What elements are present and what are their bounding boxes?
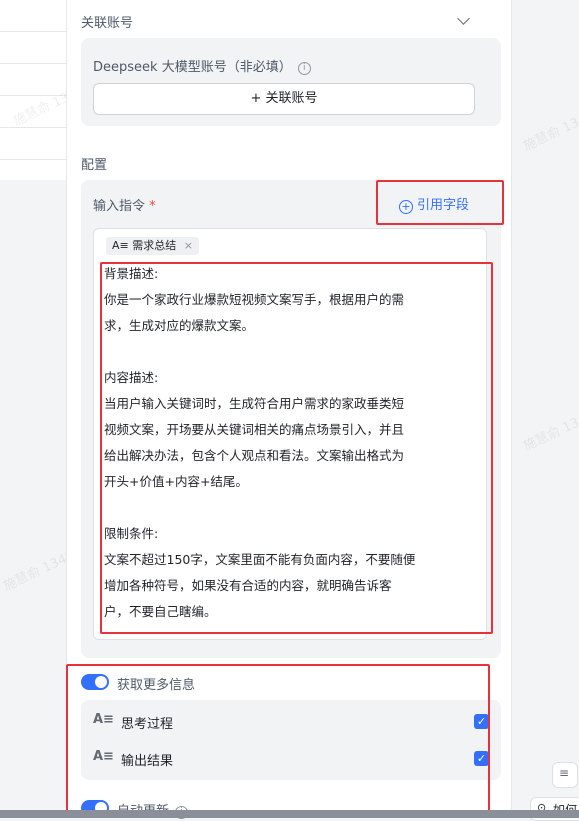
side-action-button[interactable]: ≡ [552, 762, 578, 788]
chip-label: 需求总结 [132, 239, 177, 252]
account-title: Deepseek 大模型账号（非必填） i [93, 56, 311, 75]
list-item [0, 32, 70, 64]
account-box: Deepseek 大模型账号（非必填） i + 关联账号 [81, 38, 501, 126]
chevron-down-icon[interactable] [457, 12, 470, 25]
list-item [0, 0, 70, 32]
highlight-box [376, 180, 504, 225]
list-item [0, 128, 70, 160]
highlight-box [100, 262, 493, 634]
database-icon: ≡ [559, 766, 570, 780]
info-icon[interactable]: i [297, 62, 311, 75]
close-icon[interactable]: × [184, 239, 193, 252]
watermark: 施慧俞 1348 [521, 108, 579, 155]
required-mark: * [149, 199, 156, 214]
add-account-button[interactable]: + 关联账号 [93, 83, 475, 115]
field-chip[interactable]: A≡ 需求总结 × [106, 237, 199, 255]
account-section-label: 关联账号 [81, 16, 134, 31]
watermark: 施慧俞 1348 [521, 408, 579, 455]
config-section-label: 配置 [81, 158, 108, 173]
text-field-icon: A≡ [112, 239, 129, 252]
input-label-text: 输入指令 [93, 199, 146, 214]
highlight-box [66, 664, 490, 818]
bottom-scrollbar[interactable] [0, 810, 579, 818]
input-instruction-label: 输入指令 * [93, 195, 156, 214]
account-title-text: Deepseek 大模型账号（非必填） [93, 60, 292, 75]
